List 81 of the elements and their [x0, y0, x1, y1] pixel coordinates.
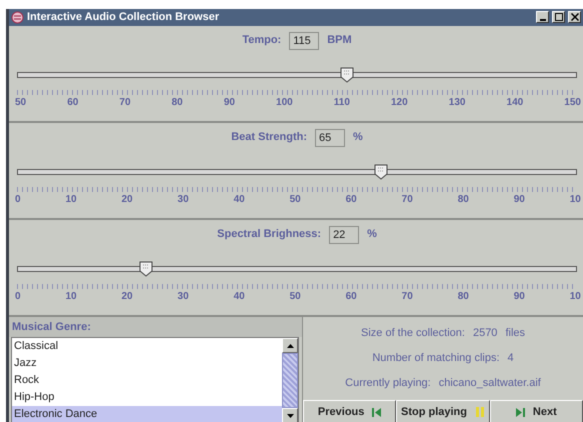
value-field[interactable]: 22 [329, 226, 360, 244]
scroll-down-button[interactable] [282, 408, 298, 422]
tick-label: 70 [402, 290, 413, 304]
tick-label: 10 [570, 290, 581, 304]
info-value: 4 [508, 350, 514, 366]
tick-label: 50 [290, 290, 301, 304]
tick-label: 20 [122, 192, 133, 206]
unit-label: % [367, 227, 377, 242]
slider-thumb[interactable] [374, 164, 388, 180]
skip-forward-icon [516, 408, 525, 416]
tick-label: 90 [224, 96, 235, 110]
tick-label: 30 [178, 192, 189, 206]
value-field[interactable]: 115 [289, 32, 320, 50]
list-item[interactable]: Classical [12, 338, 282, 355]
window-title: Interactive Audio Collection Browser [27, 10, 220, 25]
tick-label: 10 [570, 192, 581, 206]
tick-label: 60 [346, 290, 357, 304]
info-value: chicano_saltwater.aif [438, 376, 541, 392]
tick-label: 20 [122, 290, 133, 304]
skip-back-icon [372, 408, 382, 416]
tick-label: 10 [65, 192, 77, 206]
list-heading: Musical Genre: [9, 316, 302, 337]
tick-label: 80 [172, 96, 183, 110]
info-label: Currently playing: [345, 376, 431, 392]
tick-label: 90 [514, 290, 525, 304]
maximize-icon [554, 13, 562, 22]
close-icon [570, 13, 578, 22]
tick-label: 30 [178, 290, 189, 304]
slider-track[interactable] [17, 266, 577, 272]
tick-label: 80 [458, 290, 469, 304]
tick-label: 50 [15, 96, 26, 110]
up-arrow-icon [286, 344, 294, 348]
slider-thumb[interactable] [340, 66, 354, 82]
tick-label: 60 [346, 192, 357, 206]
tick-label: 110 [334, 96, 350, 110]
slider-thumb[interactable] [138, 260, 153, 276]
unit-label: % [353, 130, 363, 146]
down-arrow-icon [286, 414, 294, 418]
scrollbar[interactable] [282, 338, 298, 422]
tick-label: 10 [65, 290, 77, 304]
tick-label: 120 [391, 96, 408, 110]
pause-icon [474, 407, 485, 417]
close-button[interactable] [568, 11, 581, 24]
tick-label: 100 [276, 96, 293, 110]
tick-label: 0 [15, 192, 21, 206]
info-label: Size of the collection: [361, 326, 465, 341]
tick-label: 90 [514, 192, 525, 206]
info-label: Number of matching clips: [372, 350, 500, 366]
tick-label: 70 [402, 192, 413, 206]
app-icon [11, 10, 24, 24]
slider-label: Spectral Brighness: [217, 227, 322, 242]
tick-label: 70 [119, 96, 131, 110]
list-item[interactable]: Rock [12, 372, 282, 389]
slider-label: Beat Strength: [231, 130, 307, 146]
slider-track[interactable] [17, 168, 577, 174]
slider-track[interactable] [17, 72, 577, 78]
maximize-button[interactable] [552, 11, 565, 24]
toolbar-button[interactable]: Previous [303, 400, 396, 422]
tick-label: 0 [15, 290, 21, 304]
list-item[interactable]: Electronic Dance [12, 406, 282, 422]
tick-label: 60 [67, 96, 78, 110]
slider-label: Tempo: [242, 33, 282, 48]
tick-label: 40 [234, 290, 245, 304]
tick-label: 140 [506, 96, 524, 110]
tick-label: 80 [458, 192, 469, 206]
list-item[interactable]: Jazz [12, 355, 282, 372]
scroll-up-button[interactable] [282, 338, 298, 353]
info-value: 2570 [472, 326, 498, 341]
tick-label: 150 [564, 96, 581, 110]
scroll-thumb[interactable] [282, 353, 298, 408]
minimize-button[interactable] [536, 11, 549, 24]
unit-label: BPM [327, 33, 352, 48]
tick-label: 40 [234, 192, 245, 206]
value-field[interactable]: 65 [315, 128, 345, 146]
minimize-icon [540, 18, 546, 21]
toolbar-button[interactable]: Stop playing [396, 400, 490, 422]
list-item[interactable]: Hip-Hop [12, 389, 282, 406]
toolbar-button[interactable]: Next [490, 400, 583, 422]
info-unit: files [505, 326, 525, 341]
tick-label: 130 [448, 96, 466, 110]
tick-label: 50 [290, 192, 301, 206]
